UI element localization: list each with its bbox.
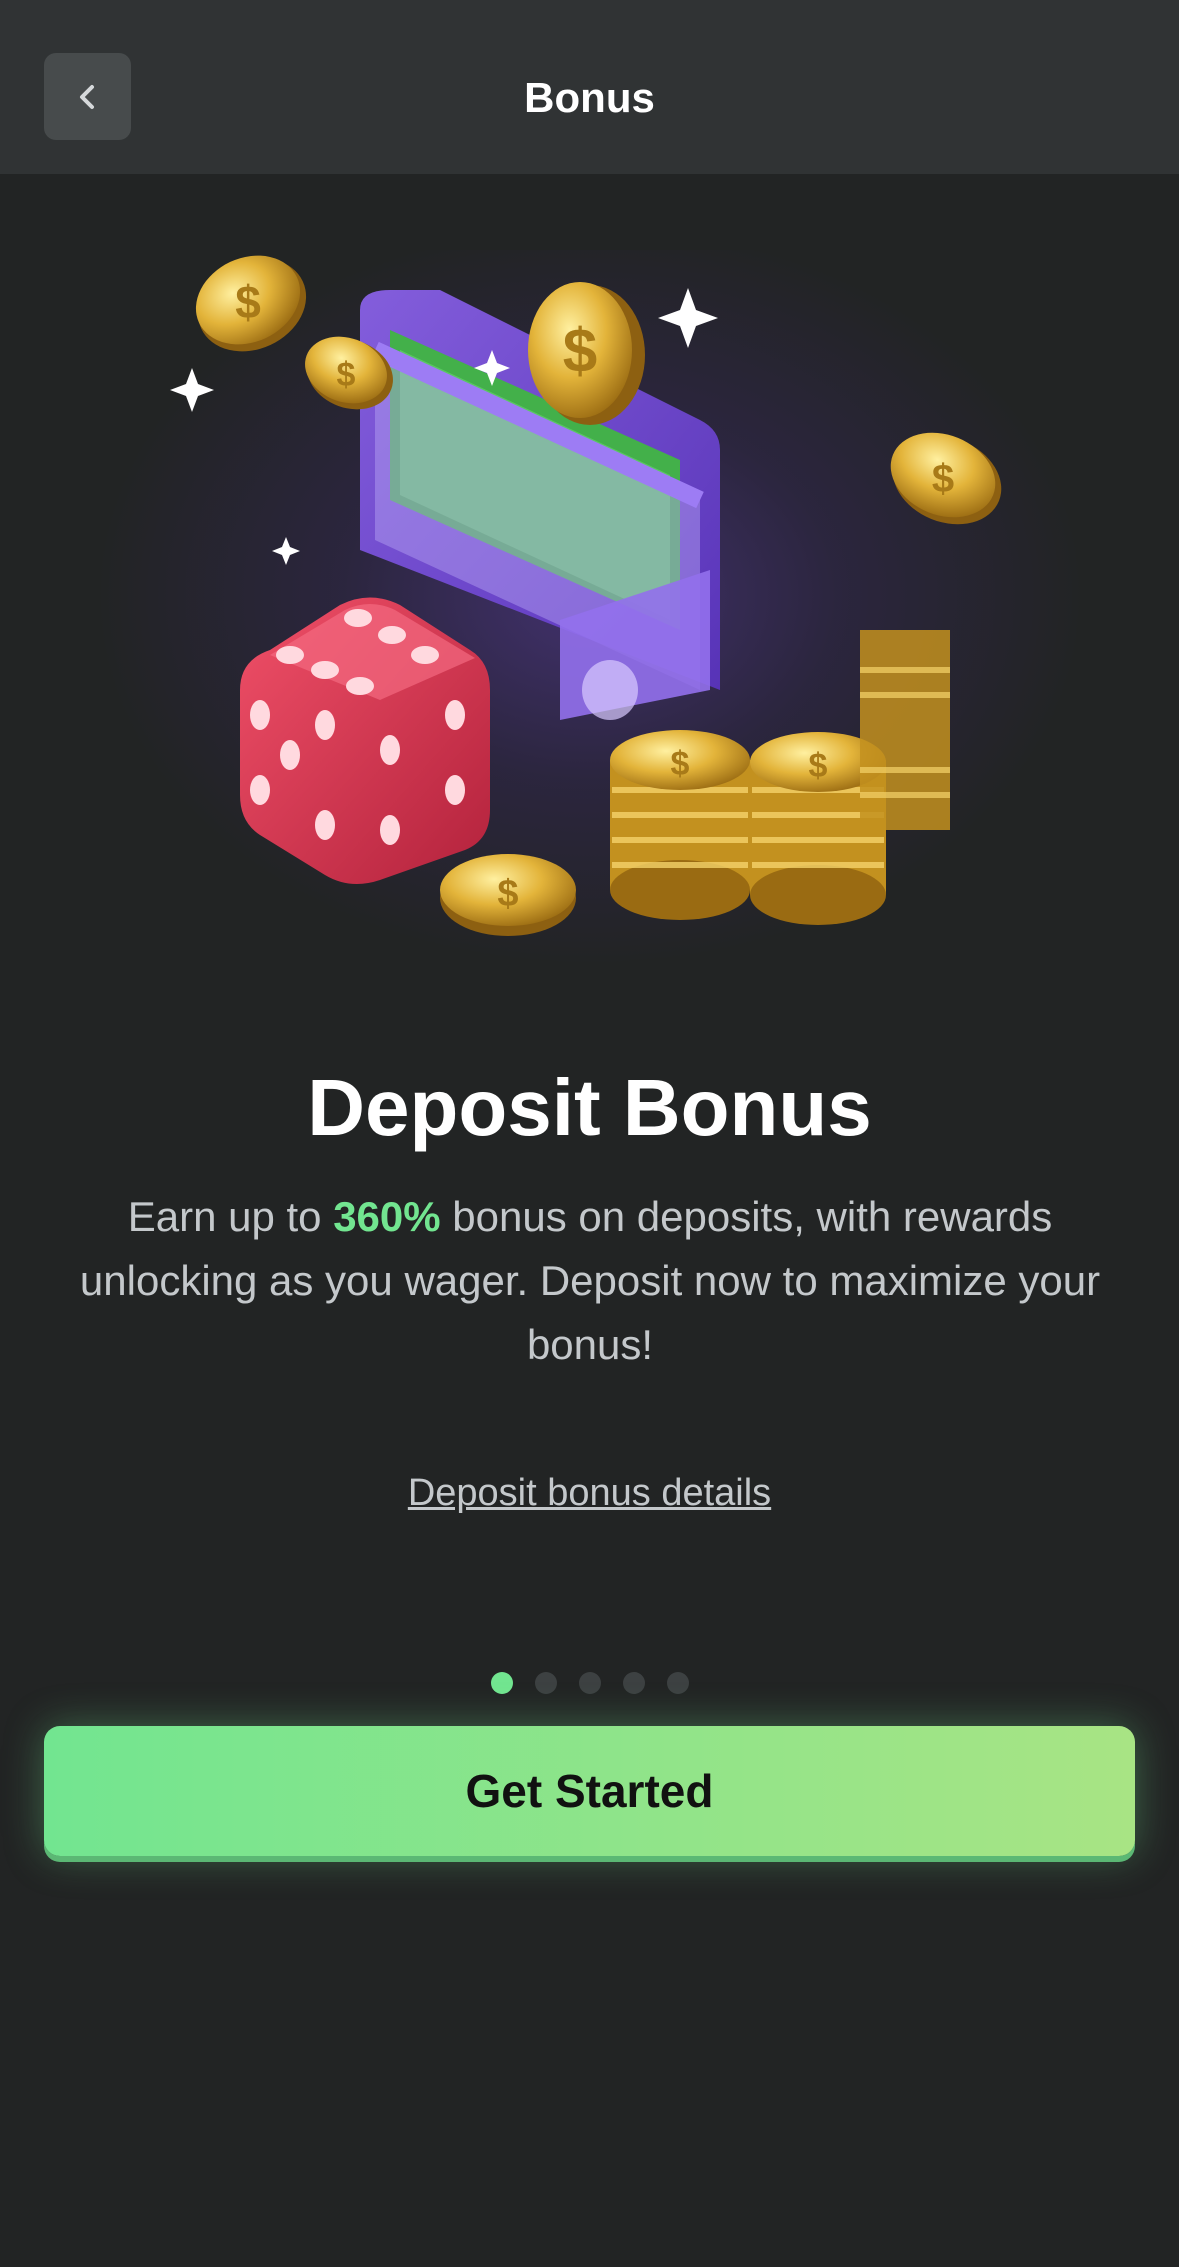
svg-text:$: $: [235, 276, 261, 328]
pagination-dot[interactable]: [622, 1672, 645, 1694]
top-bar: Bonus: [0, 0, 1179, 174]
pagination-dot[interactable]: [578, 1672, 601, 1694]
svg-text:$: $: [337, 356, 356, 394]
coin-icon: $: [440, 854, 576, 936]
deposit-bonus-details-link[interactable]: Deposit bonus details: [0, 1465, 1179, 1521]
svg-text:$: $: [671, 745, 690, 783]
pagination-dot[interactable]: [534, 1672, 557, 1694]
pagination-dot-active[interactable]: [490, 1672, 513, 1694]
coin-icon: $: [195, 255, 307, 352]
bonus-illustration: $ $ $ $ $ $ $: [90, 250, 1090, 970]
pagination-dot[interactable]: [666, 1672, 689, 1694]
bonus-description: Earn up to 360% bonus on deposits, with …: [70, 1185, 1110, 1377]
svg-text:$: $: [932, 457, 954, 501]
description-text: Earn up to: [127, 1193, 334, 1240]
bonus-percentage: 360%: [333, 1193, 441, 1240]
dice-icon: [240, 597, 490, 884]
bonus-title: Deposit Bonus: [307, 1063, 872, 1152]
svg-text:$: $: [563, 317, 597, 386]
coin-icon: $: [890, 432, 1002, 525]
svg-text:$: $: [497, 873, 518, 915]
pagination-dots: [0, 1672, 1179, 1694]
page-title: Bonus: [524, 74, 655, 121]
svg-text:$: $: [809, 747, 828, 785]
get-started-button[interactable]: Get Started: [44, 1726, 1135, 1856]
